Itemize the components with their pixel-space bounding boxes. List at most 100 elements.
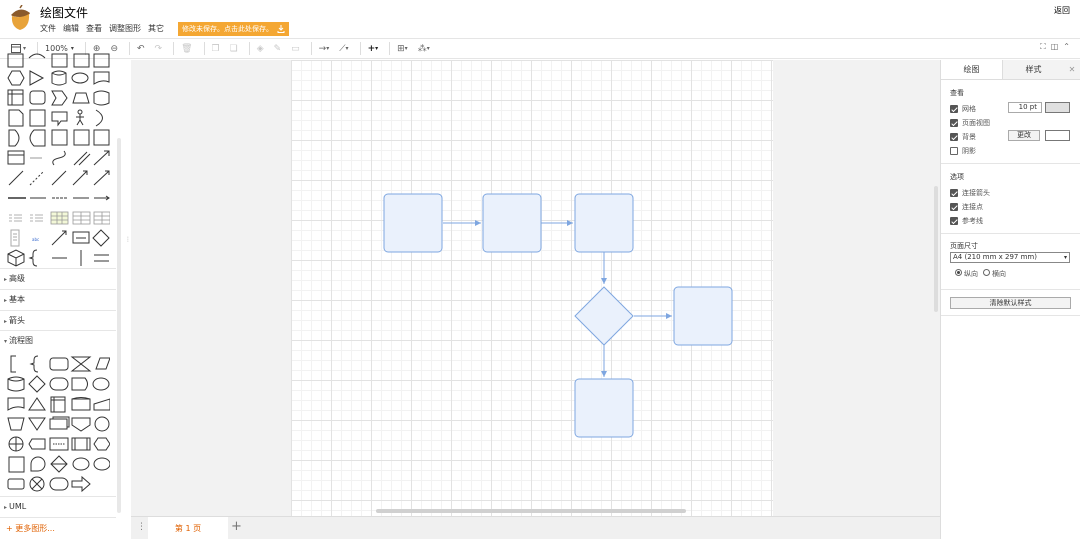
menu-extras[interactable]: 其它 — [148, 23, 164, 34]
redo-icon[interactable]: ↷ — [152, 41, 166, 57]
flow-box-2[interactable] — [482, 193, 542, 253]
flow-box-3[interactable] — [574, 193, 634, 253]
connectors — [443, 220, 672, 377]
grid-size-input[interactable]: 10 pt — [1008, 102, 1042, 113]
shapes-panel-scrollbar[interactable] — [117, 138, 121, 513]
guides-option[interactable]: 参考线 — [950, 214, 1080, 228]
landscape-radio[interactable]: 横向 — [983, 269, 1006, 279]
shape-row-general-8[interactable] — [6, 188, 110, 208]
section-arrows[interactable]: ▸ 箭头 — [0, 310, 116, 330]
flow-decision[interactable] — [574, 286, 634, 346]
shape-row-general-3[interactable] — [6, 88, 110, 108]
background-checkbox[interactable] — [950, 133, 958, 141]
tab-diagram[interactable]: 绘图 — [941, 60, 1002, 79]
to-back-icon[interactable]: ❏ — [227, 41, 241, 57]
connection-arrows-checkbox[interactable] — [950, 189, 958, 197]
tab-style[interactable]: 样式 — [1002, 60, 1064, 79]
menu-arrange[interactable]: 调整图形 — [109, 23, 141, 34]
shape-row-general-7[interactable] — [6, 168, 110, 188]
clear-default-style-button[interactable]: 清除默认样式 — [950, 297, 1071, 309]
back-link[interactable]: 返回 — [1054, 5, 1070, 16]
to-front-icon[interactable]: ❐ — [209, 41, 223, 57]
document-title[interactable]: 绘图文件 — [40, 4, 88, 21]
flowchart-row-1[interactable] — [6, 354, 110, 374]
page-view-checkbox[interactable] — [950, 119, 958, 127]
change-background-button[interactable]: 更改 — [1008, 130, 1040, 141]
background-color-swatch[interactable] — [1045, 130, 1070, 141]
fill-color-icon[interactable]: ◈ — [254, 41, 267, 57]
pages-menu-icon[interactable]: ⋮ — [137, 522, 146, 532]
flow-box-5[interactable] — [574, 378, 634, 438]
connection-points-checkbox[interactable] — [950, 203, 958, 211]
guides-checkbox[interactable] — [950, 217, 958, 225]
table-icon[interactable]: ⊞ ▾ — [394, 41, 411, 57]
format-panel-scrollbar[interactable] — [934, 186, 938, 312]
menu-bar: 文件 编辑 查看 调整图形 其它 — [40, 23, 164, 34]
section-divider — [941, 233, 1080, 234]
collapse-icon[interactable]: ⌃ — [1063, 42, 1070, 52]
flowchart-row-5[interactable] — [6, 434, 110, 454]
shape-row-general-2[interactable] — [6, 68, 110, 88]
orientation-radios: 纵向 横向 — [955, 269, 1006, 279]
shape-row-general-5[interactable] — [6, 128, 110, 148]
flowchart-row-2[interactable] — [6, 374, 110, 394]
shape-row-general-11[interactable] — [6, 248, 110, 268]
menu-edit[interactable]: 编辑 — [63, 23, 79, 34]
paper-size-title: 页面尺寸 — [950, 242, 978, 250]
chevron-down-icon: ▾ — [70, 45, 74, 52]
panel-divider — [0, 517, 116, 518]
section-divider — [941, 289, 1080, 290]
drawing-canvas[interactable] — [131, 60, 940, 516]
app-header: 绘图文件 文件 编辑 查看 调整图形 其它 修改未保存。点击此处保存。 返回 — [0, 0, 1080, 38]
section-advanced[interactable]: ▸ 高级 — [0, 268, 116, 288]
fullscreen-icon[interactable]: ⛶ — [1040, 42, 1046, 52]
grid-checkbox[interactable] — [950, 105, 958, 113]
canvas-horizontal-scrollbar[interactable] — [376, 509, 686, 513]
shadow-icon[interactable]: ▭ — [288, 41, 303, 57]
drawing-page[interactable] — [291, 60, 773, 516]
chevron-right-icon: ▸ — [4, 318, 8, 325]
portrait-radio[interactable]: 纵向 — [955, 269, 978, 279]
shape-row-general-4[interactable] — [6, 108, 110, 128]
view-title: 查看 — [950, 89, 964, 97]
section-flowchart[interactable]: ▾ 流程图 — [0, 330, 116, 350]
undo-icon[interactable]: ↶ — [134, 41, 148, 57]
section-basic[interactable]: ▸ 基本 — [0, 289, 116, 309]
flowchart-diagram — [383, 193, 733, 438]
shape-row-general-10[interactable]: abc — [6, 228, 110, 248]
menu-view[interactable]: 查看 — [86, 23, 102, 34]
flowchart-row-7[interactable] — [6, 474, 110, 494]
shape-row-general-6[interactable] — [6, 148, 110, 168]
shape-row-general-9[interactable] — [6, 208, 110, 228]
more-shapes-button[interactable]: + 更多图形... — [6, 523, 55, 534]
paper-size-select[interactable]: A4 (210 mm x 297 mm) ▾ — [950, 252, 1070, 263]
page-tab-1[interactable]: 第 1 页 — [148, 517, 228, 539]
grid-color-swatch[interactable] — [1045, 102, 1070, 113]
page-tabs-bar: ⋮ 第 1 页 + — [131, 516, 940, 539]
layout-icon[interactable]: ⁂ ▾ — [415, 41, 433, 57]
unsaved-changes-button[interactable]: 修改未保存。点击此处保存。 — [178, 22, 289, 36]
section-divider — [941, 315, 1080, 316]
flowchart-row-4[interactable] — [6, 414, 110, 434]
flow-box-1[interactable] — [383, 193, 443, 253]
shadow-checkbox[interactable] — [950, 147, 958, 155]
section-uml[interactable]: ▸ UML — [0, 496, 116, 516]
flowchart-row-6[interactable] — [6, 454, 110, 474]
flow-box-4[interactable] — [673, 286, 733, 346]
add-page-icon[interactable]: + — [231, 519, 242, 534]
delete-icon[interactable]: 🗑 — [178, 41, 195, 57]
format-panel-icon[interactable]: ◫ — [1051, 42, 1059, 52]
connection-points-option[interactable]: 连接点 — [950, 200, 1080, 214]
line-color-icon[interactable]: ✎ — [271, 41, 285, 57]
connection-style-icon[interactable]: → ▾ — [316, 41, 333, 57]
close-icon[interactable]: ✕ — [1064, 60, 1080, 79]
menu-file[interactable]: 文件 — [40, 23, 56, 34]
chevron-right-icon: ▸ — [4, 504, 8, 511]
toolbar-right: ⛶ ◫ ⌃ — [1040, 42, 1070, 52]
insert-icon[interactable]: + ▾ — [365, 41, 382, 57]
page-view-option[interactable]: 页面视图 — [950, 116, 1080, 130]
waypoint-style-icon[interactable]: ⟋ ▾ — [336, 41, 351, 57]
connection-arrows-option[interactable]: 连接箭头 — [950, 186, 1080, 200]
flowchart-row-3[interactable] — [6, 394, 110, 414]
shadow-option[interactable]: 阴影 — [950, 144, 1080, 158]
